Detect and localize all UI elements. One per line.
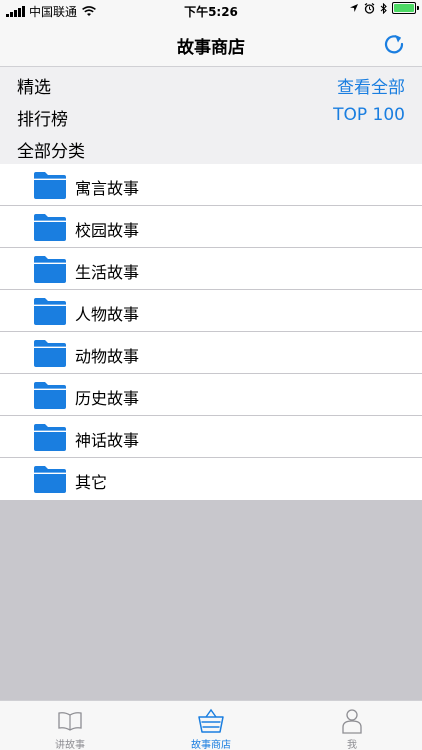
- featured-label: 精选: [17, 78, 51, 98]
- bluetooth-icon: [380, 2, 387, 14]
- categories-label: 全部分类: [17, 142, 85, 162]
- top-100-link[interactable]: TOP 100: [333, 105, 405, 125]
- tab-me[interactable]: 我: [282, 701, 422, 750]
- folder-icon: [34, 298, 66, 325]
- tab-bar: 讲故事 故事商店 我: [0, 700, 422, 750]
- folder-icon: [34, 214, 66, 241]
- category-label: 神话故事: [75, 431, 140, 450]
- story-store-screen: 中国联通 下午5:26 故事商店 精选 查看全部 排行榜 TOP 100 全部分…: [0, 0, 422, 750]
- tab-label: 故事商店: [191, 740, 231, 750]
- category-label: 其它: [75, 473, 108, 492]
- category-label: 历史故事: [75, 389, 140, 408]
- status-right: [349, 2, 419, 14]
- folder-icon: [34, 340, 66, 367]
- ranking-section: 排行榜 TOP 100: [0, 99, 422, 131]
- category-label: 校园故事: [75, 221, 140, 240]
- featured-section: 精选 查看全部: [0, 67, 422, 99]
- category-label: 生活故事: [75, 263, 140, 282]
- category-item[interactable]: 寓言故事: [0, 164, 422, 206]
- tab-label: 我: [347, 740, 357, 750]
- refresh-button[interactable]: [380, 30, 408, 58]
- category-item[interactable]: 人物故事: [0, 290, 422, 332]
- folder-icon: [34, 256, 66, 283]
- tab-tell-story[interactable]: 讲故事: [0, 701, 140, 750]
- folder-icon: [34, 172, 66, 199]
- folder-icon: [34, 466, 66, 493]
- category-item[interactable]: 其它: [0, 458, 422, 500]
- categories-header: 全部分类: [0, 131, 422, 164]
- folder-icon: [34, 424, 66, 451]
- category-label: 寓言故事: [75, 179, 140, 198]
- alarm-icon: [364, 2, 375, 14]
- navigation-bar: 故事商店: [0, 22, 422, 67]
- category-item[interactable]: 动物故事: [0, 332, 422, 374]
- basket-icon: [198, 708, 224, 733]
- battery-icon: [392, 2, 419, 14]
- ranking-label: 排行榜: [17, 110, 68, 130]
- page-title: 故事商店: [177, 38, 245, 58]
- refresh-icon: [384, 35, 404, 54]
- folder-icon: [34, 382, 66, 409]
- category-list: 寓言故事 校园故事 生活故事 人物故事 动物故事 历史故事 神话故事 其它: [0, 164, 422, 500]
- tab-story-store[interactable]: 故事商店: [141, 701, 281, 750]
- category-label: 动物故事: [75, 347, 140, 366]
- status-bar: 中国联通 下午5:26: [0, 0, 422, 22]
- location-icon: [350, 4, 358, 12]
- view-all-link[interactable]: 查看全部: [337, 73, 405, 98]
- tab-label: 讲故事: [55, 740, 85, 750]
- category-item[interactable]: 历史故事: [0, 374, 422, 416]
- category-item[interactable]: 神话故事: [0, 416, 422, 458]
- category-item[interactable]: 生活故事: [0, 248, 422, 290]
- book-icon: [58, 712, 82, 731]
- person-icon: [342, 709, 362, 734]
- category-item[interactable]: 校园故事: [0, 206, 422, 248]
- category-label: 人物故事: [75, 305, 140, 324]
